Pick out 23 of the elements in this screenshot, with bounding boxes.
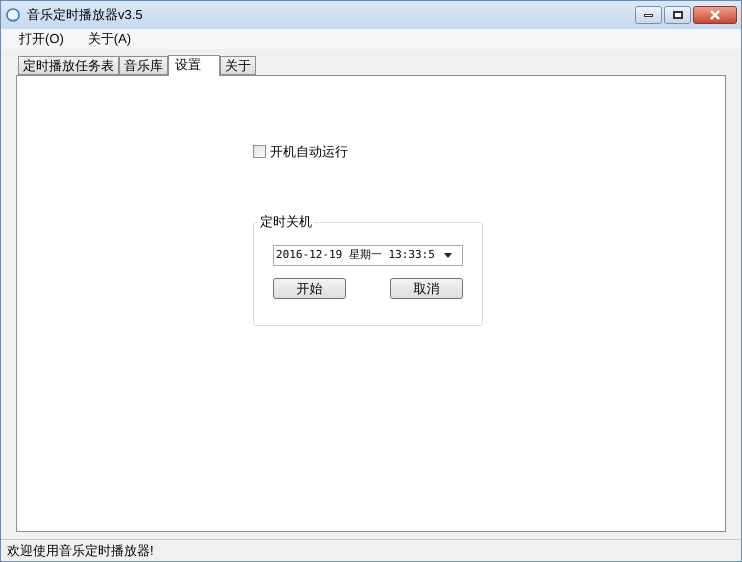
close-button[interactable]	[693, 6, 737, 24]
group-title: 定时关机	[258, 212, 314, 230]
status-text: 欢迎使用音乐定时播放器!	[7, 542, 154, 560]
action-button[interactable]: 开始	[273, 278, 346, 298]
datetime-value: 2016-12-19 星期一 13:33:5	[276, 246, 435, 263]
maximize-button[interactable]	[664, 6, 691, 24]
action-button[interactable]: 取消	[390, 278, 463, 298]
window-title: 音乐定时播放器v3.5	[27, 6, 143, 24]
menu-item[interactable]: 关于(A)	[78, 29, 142, 49]
app-icon	[5, 7, 21, 23]
minimize-icon	[644, 14, 653, 16]
tab[interactable]: 音乐库	[119, 56, 168, 75]
tab[interactable]: 定时播放任务表	[18, 56, 119, 75]
menu-item[interactable]: 打开(O)	[9, 29, 74, 49]
tab[interactable]: 关于	[220, 56, 256, 75]
checkbox[interactable]	[253, 145, 266, 158]
checkbox-label: 开机自动运行	[270, 143, 348, 161]
datetime-picker[interactable]: 2016-12-19 星期一 13:33:5	[273, 244, 463, 266]
minimize-button[interactable]	[635, 6, 662, 24]
close-icon	[710, 10, 720, 20]
tab[interactable]: 设置	[168, 55, 220, 76]
dropdown-arrow-icon	[444, 252, 452, 258]
maximize-icon	[672, 11, 682, 19]
